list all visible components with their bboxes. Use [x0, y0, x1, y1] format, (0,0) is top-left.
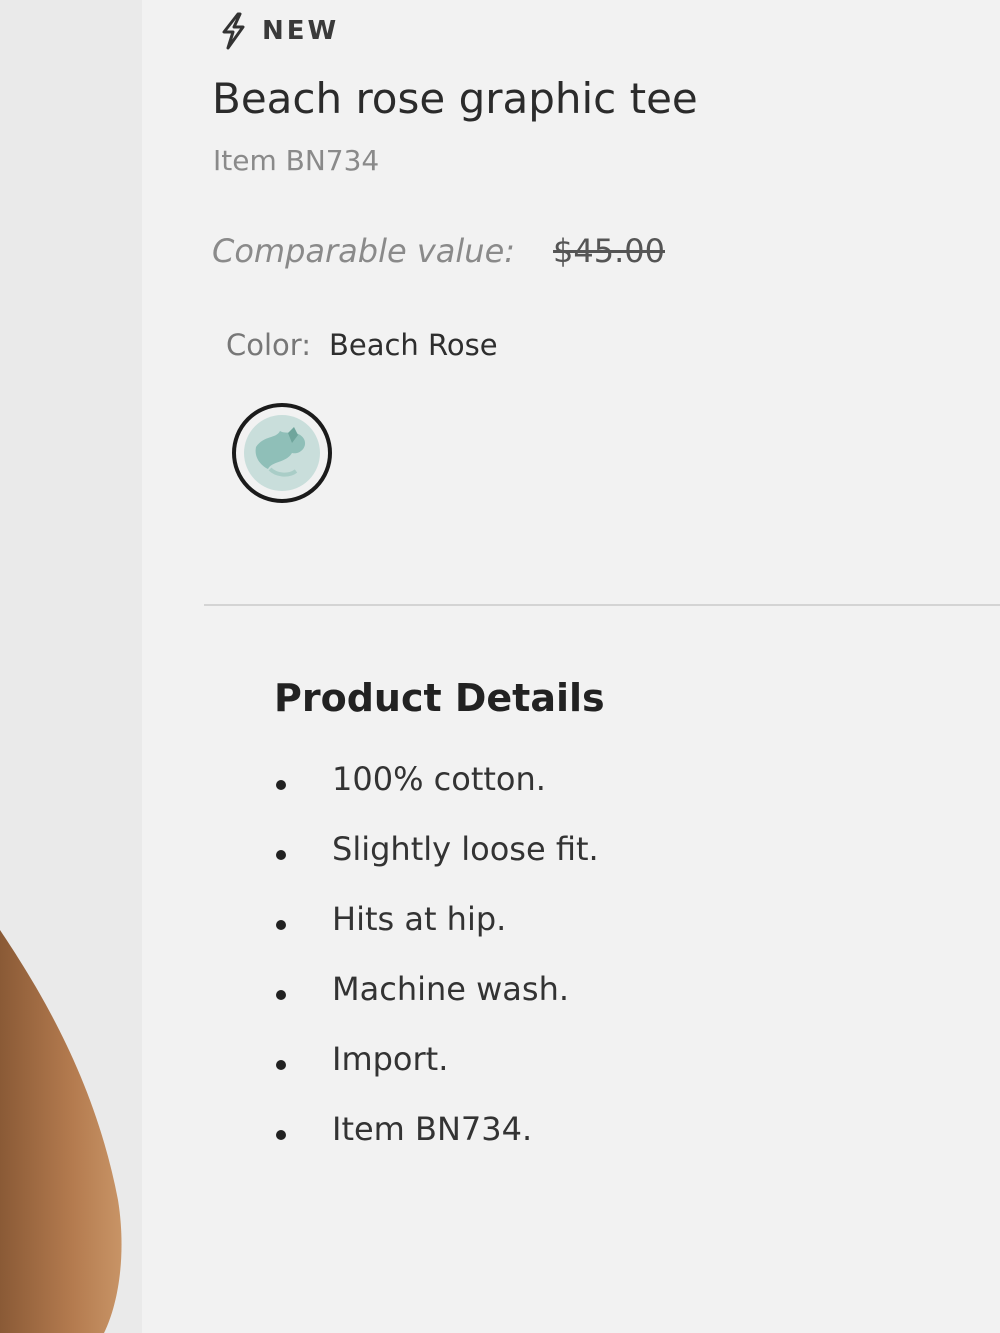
detail-text: 100% cotton. [332, 760, 546, 798]
bullet [276, 920, 286, 930]
swatch-pattern-image [244, 415, 320, 491]
color-label: Color: [226, 328, 311, 362]
product-details-heading: Product Details [274, 676, 605, 720]
detail-text: Machine wash. [332, 970, 570, 1008]
comparable-price: $45.00 [553, 232, 665, 270]
detail-text: Item BN734. [332, 1110, 533, 1148]
lightning-bolt-icon [222, 12, 245, 50]
section-divider [204, 604, 1000, 606]
bullet [276, 1060, 286, 1070]
bullet [276, 850, 286, 860]
detail-text: Hits at hip. [332, 900, 507, 938]
model-arm-image [0, 930, 122, 1333]
item-number: Item BN734 [213, 144, 380, 177]
new-badge: NEW [218, 12, 339, 50]
list-item: Hits at hip. [276, 900, 599, 970]
product-details-list: 100% cotton. Slightly loose fit. Hits at… [276, 760, 599, 1180]
bullet [276, 990, 286, 1000]
list-item: Slightly loose fit. [276, 830, 599, 900]
list-item: Machine wash. [276, 970, 599, 1040]
product-photo [0, 0, 142, 1333]
color-selection: Color: Beach Rose [226, 328, 498, 362]
list-item: 100% cotton. [276, 760, 599, 830]
detail-text: Slightly loose fit. [332, 830, 599, 868]
selected-color-name: Beach Rose [328, 328, 498, 362]
product-title: Beach rose graphic tee [212, 74, 698, 123]
bullet [276, 780, 286, 790]
comparable-value-label: Comparable value: [212, 232, 516, 270]
list-item: Item BN734. [276, 1110, 599, 1180]
detail-text: Import. [332, 1040, 449, 1078]
list-item: Import. [276, 1040, 599, 1110]
color-swatch-beach-rose[interactable] [232, 403, 332, 503]
comparable-value: Comparable value: $45.00 [212, 232, 665, 270]
bullet [276, 1130, 286, 1140]
badge-label: NEW [262, 16, 340, 46]
